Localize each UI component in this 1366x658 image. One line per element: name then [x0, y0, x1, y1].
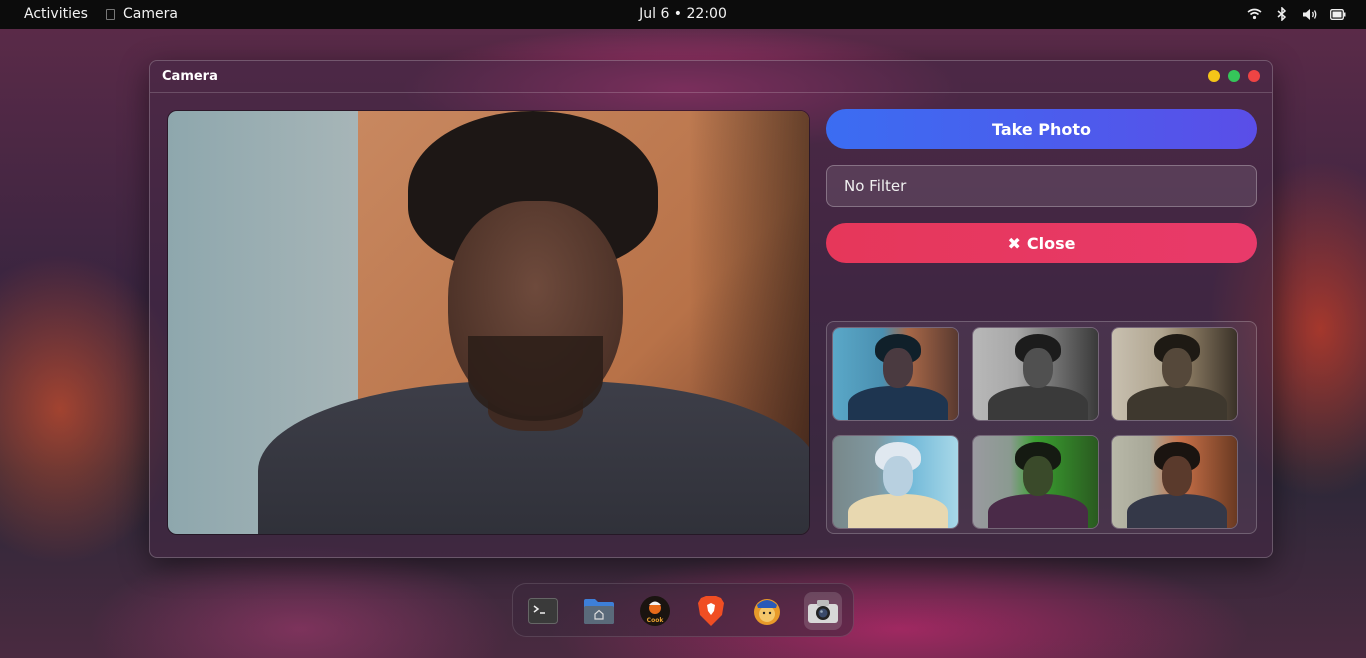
app-window-icon	[106, 8, 115, 20]
battery-icon[interactable]	[1330, 6, 1346, 22]
camera-app-icon	[808, 600, 838, 623]
dock-brave-browser[interactable]	[692, 592, 730, 630]
dock-terminal[interactable]	[524, 592, 562, 630]
take-photo-button[interactable]: Take Photo	[826, 109, 1257, 149]
filter-thumbnail-warm[interactable]	[1111, 435, 1238, 529]
activities-button[interactable]: Activities	[24, 6, 88, 22]
terminal-icon	[528, 598, 558, 624]
filter-select[interactable]: No Filter	[826, 165, 1257, 207]
close-x-icon: ✖	[1007, 233, 1021, 253]
dock: Cook	[512, 583, 854, 637]
camera-window: Camera Take Photo No Filter ✖ Close	[149, 60, 1273, 558]
dock-camera-app[interactable]	[804, 592, 842, 630]
close-button[interactable]: ✖ Close	[826, 223, 1257, 263]
maximize-button[interactable]	[1228, 70, 1240, 82]
clock[interactable]: Jul 6 • 22:00	[0, 6, 1366, 22]
volume-icon[interactable]	[1302, 6, 1318, 22]
dock-lion-app[interactable]	[748, 592, 786, 630]
window-close-button[interactable]	[1248, 70, 1260, 82]
dock-cook-app[interactable]: Cook	[636, 592, 674, 630]
app-menu-label: Camera	[123, 6, 178, 22]
system-tray[interactable]	[1246, 6, 1346, 22]
minimize-button[interactable]	[1208, 70, 1220, 82]
filter-thumbnail-green[interactable]	[972, 435, 1099, 529]
lion-app-icon	[754, 599, 780, 625]
window-title: Camera	[162, 69, 218, 84]
filter-thumbnail-cool[interactable]	[832, 327, 959, 421]
wifi-icon[interactable]	[1246, 6, 1262, 22]
filter-thumbnails-panel	[826, 321, 1257, 534]
bluetooth-icon[interactable]	[1274, 6, 1290, 22]
app-menu[interactable]: Camera	[106, 6, 178, 22]
filter-thumbnail-grayscale[interactable]	[972, 327, 1099, 421]
filter-thumbnail-invert[interactable]	[832, 435, 959, 529]
camera-preview	[167, 110, 810, 535]
dock-files[interactable]	[580, 592, 618, 630]
cook-app-icon: Cook	[640, 596, 670, 626]
files-home-icon	[584, 599, 614, 624]
close-button-label: Close	[1026, 233, 1076, 253]
brave-browser-icon	[698, 596, 724, 626]
filter-thumbnail-sepia[interactable]	[1111, 327, 1238, 421]
svg-text:Cook: Cook	[647, 617, 665, 624]
window-titlebar[interactable]: Camera	[150, 61, 1272, 93]
window-controls	[1208, 70, 1260, 82]
top-bar: Activities Camera Jul 6 • 22:00	[0, 0, 1366, 29]
filter-select-value: No Filter	[844, 177, 907, 195]
